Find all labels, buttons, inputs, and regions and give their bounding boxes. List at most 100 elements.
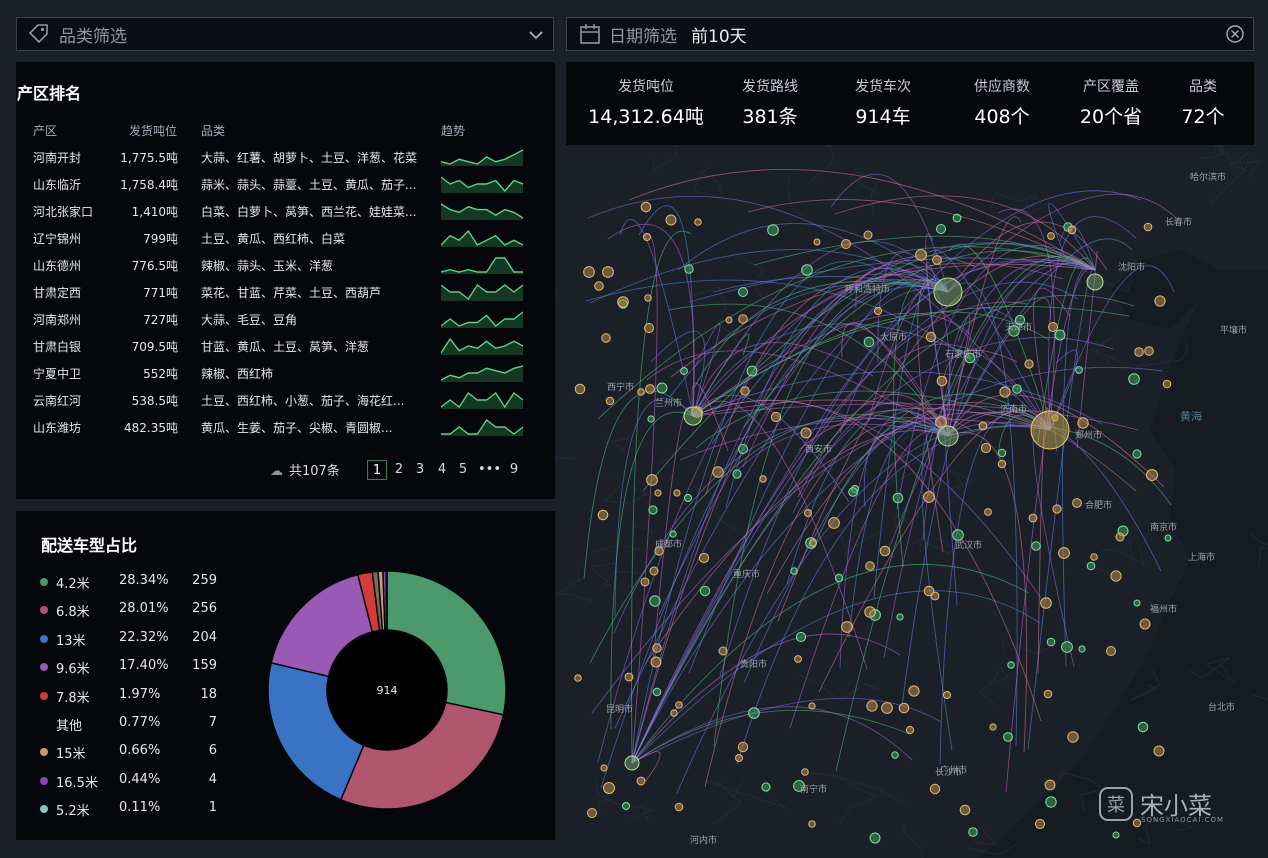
supplier-node[interactable] xyxy=(605,396,615,406)
supplier-node[interactable] xyxy=(984,508,992,516)
supplier-node[interactable] xyxy=(601,333,611,343)
supplier-node[interactable] xyxy=(1045,796,1057,808)
page-2[interactable]: 2 xyxy=(389,460,409,480)
supplier-node[interactable] xyxy=(943,691,951,699)
supplier-node[interactable] xyxy=(648,505,658,515)
supplier-node[interactable] xyxy=(650,656,662,668)
supplier-node[interactable] xyxy=(652,643,662,653)
legend-item[interactable]: 6.8米 28.01% 256 xyxy=(40,600,220,620)
ranking-row[interactable]: 甘肃白银 709.5吨 甘蓝、黄瓜、土豆、莴笋、洋葱 xyxy=(16,332,554,359)
supplier-node[interactable] xyxy=(735,754,743,762)
supplier-node[interactable] xyxy=(790,567,798,575)
supplier-node[interactable] xyxy=(898,702,910,714)
ranking-row[interactable]: 河南开封 1,775.5吨 大蒜、红薯、胡萝卜、土豆、洋葱、花菜 xyxy=(16,143,554,170)
supplier-node[interactable] xyxy=(654,489,662,497)
supplier-node[interactable] xyxy=(644,323,654,333)
supplier-node[interactable] xyxy=(738,444,748,454)
supplier-node[interactable] xyxy=(674,802,684,812)
supplier-node[interactable] xyxy=(698,552,710,564)
supplier-node[interactable] xyxy=(622,802,630,810)
supplier-node[interactable] xyxy=(968,827,978,837)
supplier-node[interactable] xyxy=(732,469,742,479)
supplier-node[interactable] xyxy=(1164,534,1172,542)
supplier-node[interactable] xyxy=(864,606,876,618)
supplier-node[interactable] xyxy=(1106,646,1116,656)
supplier-node[interactable] xyxy=(1139,618,1151,630)
supplier-node[interactable] xyxy=(1154,295,1166,307)
supplier-node[interactable] xyxy=(1146,469,1158,481)
supplier-node[interactable] xyxy=(809,539,817,547)
supplier-node[interactable] xyxy=(896,613,904,621)
supplier-node[interactable] xyxy=(1086,273,1104,291)
clear-icon[interactable] xyxy=(1225,24,1245,44)
supplier-node[interactable] xyxy=(673,489,681,497)
supplier-node[interactable] xyxy=(770,411,782,423)
supplier-node[interactable] xyxy=(808,820,816,828)
chevron-down-icon[interactable] xyxy=(529,30,543,40)
supplier-node[interactable] xyxy=(640,577,650,587)
supplier-node[interactable] xyxy=(892,492,904,504)
supplier-node[interactable] xyxy=(1067,225,1077,235)
supplier-node[interactable] xyxy=(694,218,702,226)
page-1[interactable]: 1 xyxy=(367,460,387,480)
supplier-node[interactable] xyxy=(808,702,816,710)
supplier-node[interactable] xyxy=(1030,410,1070,450)
supplier-node[interactable] xyxy=(637,388,645,396)
legend-item[interactable]: 5.2米 0.11% 1 xyxy=(40,799,220,819)
legend-item[interactable]: 4.2米 28.34% 259 xyxy=(40,572,220,592)
ranking-row[interactable]: 山东潍坊 482.35吨 黄瓜、生姜、茄子、尖椒、青圆椒... xyxy=(16,413,554,440)
supplier-node[interactable] xyxy=(863,230,873,240)
ranking-row[interactable]: 宁夏中卫 552吨 辣椒、西红柿 xyxy=(16,359,554,386)
supplier-node[interactable] xyxy=(1028,513,1038,523)
supplier-node[interactable] xyxy=(1128,373,1140,385)
supplier-node[interactable] xyxy=(841,239,851,249)
supplier-node[interactable] xyxy=(738,287,748,297)
supplier-node[interactable] xyxy=(804,509,812,517)
supplier-node[interactable] xyxy=(649,595,661,607)
cloud-download-icon[interactable]: ☁ xyxy=(270,464,283,479)
supplier-node[interactable] xyxy=(645,384,655,394)
supplier-node[interactable] xyxy=(1162,379,1172,389)
page-5[interactable]: 5 xyxy=(453,460,473,480)
supplier-node[interactable] xyxy=(1052,504,1062,514)
supplier-node[interactable] xyxy=(800,427,812,439)
supplier-node[interactable] xyxy=(997,459,1007,469)
supplier-node[interactable] xyxy=(603,782,615,794)
supplier-node[interactable] xyxy=(828,517,840,529)
legend-item[interactable]: 13米 22.32% 204 xyxy=(40,629,220,649)
supplier-node[interactable] xyxy=(636,776,646,786)
supplier-node[interactable] xyxy=(665,214,677,226)
supplier-node[interactable] xyxy=(624,672,634,682)
supplier-node[interactable] xyxy=(1112,831,1120,839)
supplier-node[interactable] xyxy=(583,266,595,278)
supplier-node[interactable] xyxy=(594,281,604,291)
supplier-node[interactable] xyxy=(640,201,652,213)
supplier-node[interactable] xyxy=(1144,346,1154,356)
ranking-row[interactable]: 云南红河 538.5吨 土豆、西红柿、小葱、茄子、海花红... xyxy=(16,386,554,413)
supplier-node[interactable] xyxy=(574,383,586,395)
supplier-node[interactable] xyxy=(1040,597,1052,609)
supplier-node[interactable] xyxy=(1072,498,1082,508)
supplier-node[interactable] xyxy=(670,709,678,717)
supplier-node[interactable] xyxy=(587,808,597,818)
supplier-node[interactable] xyxy=(869,832,881,844)
supplier-node[interactable] xyxy=(1153,745,1165,757)
supplier-node[interactable] xyxy=(759,475,767,483)
supplier-node[interactable] xyxy=(1133,599,1141,607)
supplier-node[interactable] xyxy=(923,491,935,503)
supplier-node[interactable] xyxy=(923,585,935,597)
supplier-node[interactable] xyxy=(873,306,883,316)
supplier-node[interactable] xyxy=(908,685,920,697)
supplier-node[interactable] xyxy=(881,702,893,714)
page-3[interactable]: 3 xyxy=(410,460,430,480)
supplier-node[interactable] xyxy=(1078,645,1086,653)
supplier-node[interactable] xyxy=(597,509,609,521)
supplier-node[interactable] xyxy=(699,585,711,597)
supplier-node[interactable] xyxy=(1031,541,1041,551)
ranking-row[interactable]: 河南郑州 727吨 大蒜、毛豆、豆角 xyxy=(16,305,554,332)
supplier-node[interactable] xyxy=(617,296,629,308)
supplier-node[interactable] xyxy=(1054,329,1066,341)
supplier-node[interactable] xyxy=(801,264,813,276)
supplier-node[interactable] xyxy=(925,331,937,343)
supplier-node[interactable] xyxy=(656,382,668,394)
